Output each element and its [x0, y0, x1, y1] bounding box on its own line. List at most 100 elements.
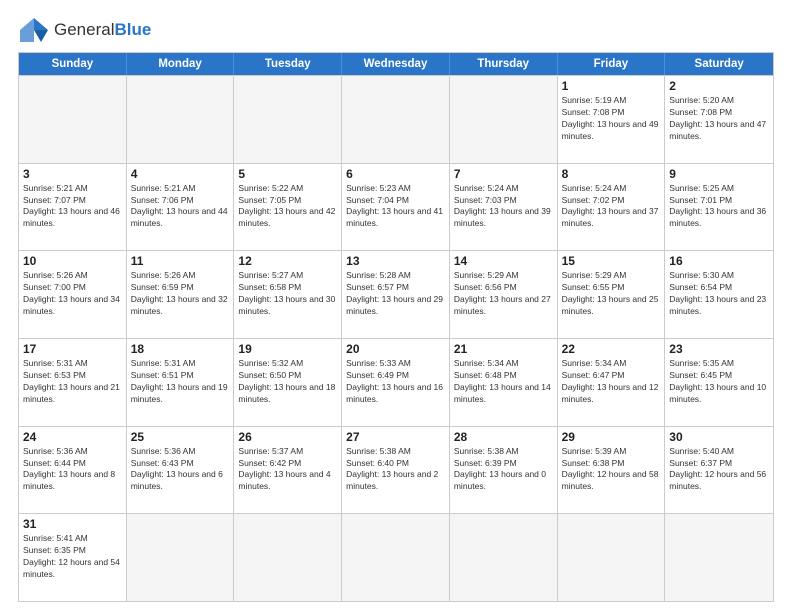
header: GeneralBlue	[18, 16, 774, 44]
calendar-cell: 24 Sunrise: 5:36 AMSunset: 6:44 PMDayligh…	[19, 427, 127, 514]
logo-text: GeneralBlue	[54, 21, 151, 40]
calendar-cell	[234, 514, 342, 601]
calendar-cell: 27 Sunrise: 5:38 AMSunset: 6:40 PMDayligh…	[342, 427, 450, 514]
day-info: Sunrise: 5:29 AMSunset: 6:56 PMDaylight:…	[454, 270, 553, 318]
calendar-cell: 18 Sunrise: 5:31 AMSunset: 6:51 PMDayligh…	[127, 339, 235, 426]
day-number: 10	[23, 254, 122, 268]
calendar-cell: 8 Sunrise: 5:24 AMSunset: 7:02 PMDaylight…	[558, 164, 666, 251]
day-info: Sunrise: 5:24 AMSunset: 7:03 PMDaylight:…	[454, 183, 553, 231]
day-info: Sunrise: 5:38 AMSunset: 6:39 PMDaylight:…	[454, 446, 553, 494]
day-info: Sunrise: 5:30 AMSunset: 6:54 PMDaylight:…	[669, 270, 769, 318]
day-info: Sunrise: 5:39 AMSunset: 6:38 PMDaylight:…	[562, 446, 661, 494]
calendar-cell	[450, 514, 558, 601]
day-info: Sunrise: 5:40 AMSunset: 6:37 PMDaylight:…	[669, 446, 769, 494]
day-number: 14	[454, 254, 553, 268]
day-info: Sunrise: 5:26 AMSunset: 7:00 PMDaylight:…	[23, 270, 122, 318]
calendar-header-cell: Tuesday	[234, 53, 342, 75]
day-info: Sunrise: 5:28 AMSunset: 6:57 PMDaylight:…	[346, 270, 445, 318]
calendar-cell: 30 Sunrise: 5:40 AMSunset: 6:37 PMDayligh…	[665, 427, 773, 514]
day-number: 3	[23, 167, 122, 181]
calendar-week: 1Sunrise: 5:19 AMSunset: 7:08 PMDaylight…	[19, 75, 773, 163]
calendar-body: 1Sunrise: 5:19 AMSunset: 7:08 PMDaylight…	[19, 75, 773, 601]
calendar-cell: 13Sunrise: 5:28 AMSunset: 6:57 PMDayligh…	[342, 251, 450, 338]
calendar-week: 31 Sunrise: 5:41 AMSunset: 6:35 PMDayligh…	[19, 513, 773, 601]
day-info: Sunrise: 5:21 AMSunset: 7:06 PMDaylight:…	[131, 183, 230, 231]
day-number: 31	[23, 517, 122, 531]
calendar-cell: 21 Sunrise: 5:34 AMSunset: 6:48 PMDayligh…	[450, 339, 558, 426]
calendar-cell: 14 Sunrise: 5:29 AMSunset: 6:56 PMDayligh…	[450, 251, 558, 338]
day-info: Sunrise: 5:29 AMSunset: 6:55 PMDaylight:…	[562, 270, 661, 318]
calendar-header-cell: Monday	[127, 53, 235, 75]
calendar-cell	[342, 76, 450, 163]
day-number: 24	[23, 430, 122, 444]
calendar-cell	[127, 514, 235, 601]
day-number: 29	[562, 430, 661, 444]
day-info: Sunrise: 5:24 AMSunset: 7:02 PMDaylight:…	[562, 183, 661, 231]
day-number: 8	[562, 167, 661, 181]
day-info: Sunrise: 5:26 AMSunset: 6:59 PMDaylight:…	[131, 270, 230, 318]
day-info: Sunrise: 5:32 AMSunset: 6:50 PMDaylight:…	[238, 358, 337, 406]
calendar-cell: 5Sunrise: 5:22 AMSunset: 7:05 PMDaylight…	[234, 164, 342, 251]
calendar-cell: 10 Sunrise: 5:26 AMSunset: 7:00 PMDayligh…	[19, 251, 127, 338]
day-number: 7	[454, 167, 553, 181]
day-number: 19	[238, 342, 337, 356]
calendar-cell: 26Sunrise: 5:37 AMSunset: 6:42 PMDayligh…	[234, 427, 342, 514]
day-number: 26	[238, 430, 337, 444]
day-info: Sunrise: 5:31 AMSunset: 6:51 PMDaylight:…	[131, 358, 230, 406]
calendar-cell: 9Sunrise: 5:25 AMSunset: 7:01 PMDaylight…	[665, 164, 773, 251]
day-number: 18	[131, 342, 230, 356]
day-info: Sunrise: 5:21 AMSunset: 7:07 PMDaylight:…	[23, 183, 122, 231]
calendar-cell: 3 Sunrise: 5:21 AMSunset: 7:07 PMDaylight…	[19, 164, 127, 251]
calendar-cell: 16 Sunrise: 5:30 AMSunset: 6:54 PMDayligh…	[665, 251, 773, 338]
day-number: 11	[131, 254, 230, 268]
calendar-cell: 6Sunrise: 5:23 AMSunset: 7:04 PMDaylight…	[342, 164, 450, 251]
calendar-cell: 20 Sunrise: 5:33 AMSunset: 6:49 PMDayligh…	[342, 339, 450, 426]
day-number: 20	[346, 342, 445, 356]
calendar-cell: 1Sunrise: 5:19 AMSunset: 7:08 PMDaylight…	[558, 76, 666, 163]
calendar-header-row: SundayMondayTuesdayWednesdayThursdayFrid…	[19, 53, 773, 75]
calendar-week: 10 Sunrise: 5:26 AMSunset: 7:00 PMDayligh…	[19, 250, 773, 338]
calendar-header-cell: Wednesday	[342, 53, 450, 75]
calendar-cell: 17Sunrise: 5:31 AMSunset: 6:53 PMDayligh…	[19, 339, 127, 426]
calendar-cell: 29 Sunrise: 5:39 AMSunset: 6:38 PMDayligh…	[558, 427, 666, 514]
day-number: 2	[669, 79, 769, 93]
calendar-cell: 28 Sunrise: 5:38 AMSunset: 6:39 PMDayligh…	[450, 427, 558, 514]
logo: GeneralBlue	[18, 16, 151, 44]
calendar-cell	[342, 514, 450, 601]
day-info: Sunrise: 5:34 AMSunset: 6:47 PMDaylight:…	[562, 358, 661, 406]
day-number: 9	[669, 167, 769, 181]
calendar-cell	[558, 514, 666, 601]
day-number: 30	[669, 430, 769, 444]
calendar-cell: 19 Sunrise: 5:32 AMSunset: 6:50 PMDayligh…	[234, 339, 342, 426]
calendar-cell: 23Sunrise: 5:35 AMSunset: 6:45 PMDayligh…	[665, 339, 773, 426]
day-number: 15	[562, 254, 661, 268]
day-info: Sunrise: 5:19 AMSunset: 7:08 PMDaylight:…	[562, 95, 661, 143]
calendar-header-cell: Sunday	[19, 53, 127, 75]
calendar-cell	[450, 76, 558, 163]
calendar-week: 17Sunrise: 5:31 AMSunset: 6:53 PMDayligh…	[19, 338, 773, 426]
calendar: SundayMondayTuesdayWednesdayThursdayFrid…	[18, 52, 774, 602]
calendar-cell: 15 Sunrise: 5:29 AMSunset: 6:55 PMDayligh…	[558, 251, 666, 338]
calendar-cell	[19, 76, 127, 163]
day-info: Sunrise: 5:38 AMSunset: 6:40 PMDaylight:…	[346, 446, 445, 494]
day-number: 12	[238, 254, 337, 268]
day-number: 27	[346, 430, 445, 444]
calendar-cell: 22 Sunrise: 5:34 AMSunset: 6:47 PMDayligh…	[558, 339, 666, 426]
day-number: 25	[131, 430, 230, 444]
day-number: 22	[562, 342, 661, 356]
calendar-cell	[234, 76, 342, 163]
day-number: 28	[454, 430, 553, 444]
day-info: Sunrise: 5:36 AMSunset: 6:44 PMDaylight:…	[23, 446, 122, 494]
calendar-header-cell: Thursday	[450, 53, 558, 75]
day-number: 16	[669, 254, 769, 268]
day-info: Sunrise: 5:34 AMSunset: 6:48 PMDaylight:…	[454, 358, 553, 406]
day-info: Sunrise: 5:41 AMSunset: 6:35 PMDaylight:…	[23, 533, 122, 581]
day-info: Sunrise: 5:33 AMSunset: 6:49 PMDaylight:…	[346, 358, 445, 406]
day-number: 4	[131, 167, 230, 181]
calendar-week: 24 Sunrise: 5:36 AMSunset: 6:44 PMDayligh…	[19, 426, 773, 514]
day-info: Sunrise: 5:22 AMSunset: 7:05 PMDaylight:…	[238, 183, 337, 231]
page: GeneralBlue SundayMondayTuesdayWednesday…	[0, 0, 792, 612]
day-number: 21	[454, 342, 553, 356]
day-info: Sunrise: 5:23 AMSunset: 7:04 PMDaylight:…	[346, 183, 445, 231]
calendar-cell	[127, 76, 235, 163]
